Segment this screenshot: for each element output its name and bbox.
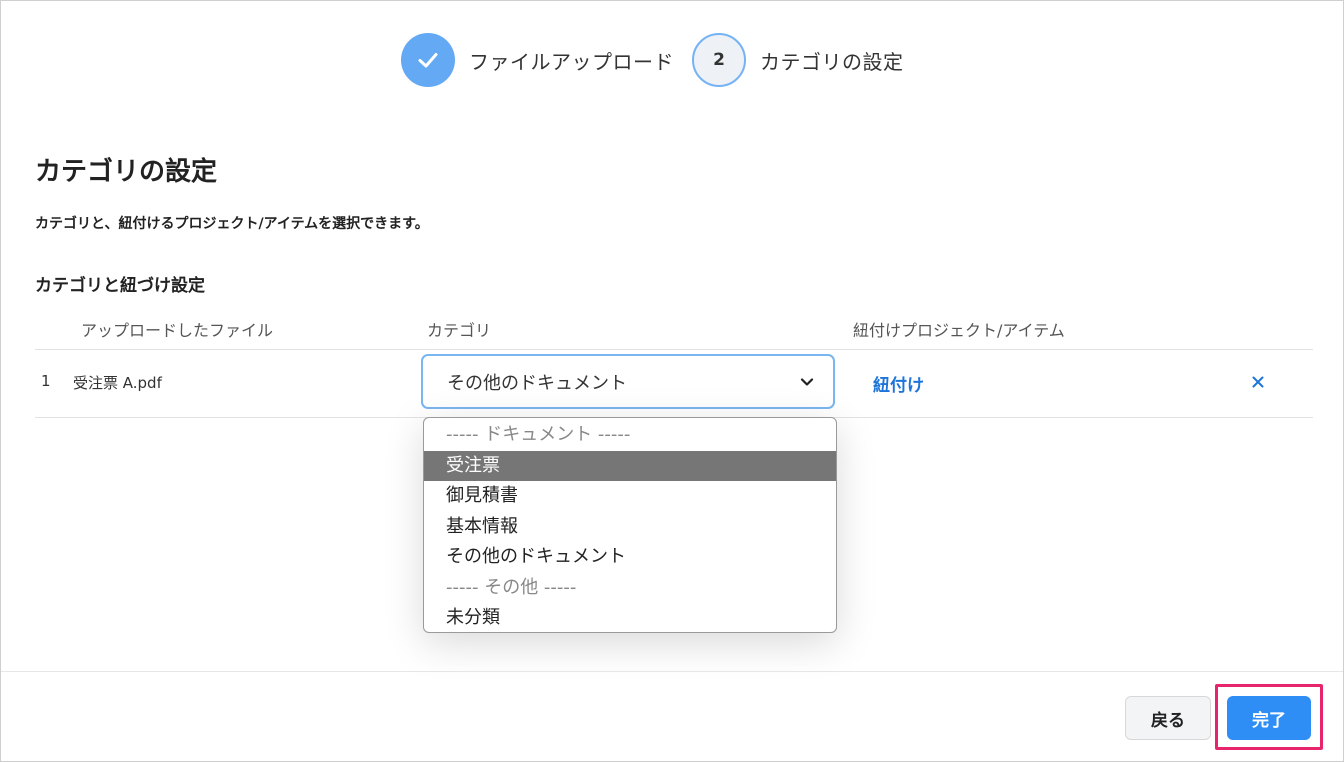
dialog: ファイルアップロード 2 カテゴリの設定 カテゴリの設定 カテゴリと、紐付けるプ… — [0, 0, 1344, 762]
category-select-value: その他のドキュメント — [447, 372, 627, 394]
step-1-done-indicator — [401, 33, 455, 87]
page-description: カテゴリと、紐付けるプロジェクト/アイテムを選択できます。 — [35, 216, 429, 232]
column-header-file: アップロードしたファイル — [81, 321, 274, 340]
dropdown-option-basic-info[interactable]: 基本情報 — [424, 512, 836, 543]
category-dropdown-list: ----- ドキュメント ----- 受注票 御見積書 基本情報 その他のドキュ… — [423, 417, 837, 633]
link-project-button[interactable]: 紐付け — [873, 371, 924, 396]
step-1-label: ファイルアップロード — [469, 49, 674, 74]
chevron-down-icon — [800, 378, 814, 386]
close-icon — [1252, 376, 1264, 388]
dropdown-option-quotation[interactable]: 御見積書 — [424, 481, 836, 512]
checkmark-icon — [418, 53, 438, 68]
remove-row-button[interactable] — [1247, 371, 1269, 393]
table-header-divider — [35, 349, 1313, 350]
column-header-link: 紐付けプロジェクト/アイテム — [853, 321, 1065, 340]
step-2-indicator: 2 — [692, 33, 746, 87]
step-2-label: カテゴリの設定 — [760, 49, 904, 74]
section-title: カテゴリと紐づけ設定 — [35, 276, 205, 296]
dropdown-option-order-form[interactable]: 受注票 — [424, 450, 836, 481]
column-header-category: カテゴリ — [427, 321, 492, 340]
stepper: ファイルアップロード 2 カテゴリの設定 — [401, 33, 922, 87]
back-button[interactable]: 戻る — [1125, 696, 1211, 740]
dropdown-option-uncategorized[interactable]: 未分類 — [424, 603, 836, 632]
category-select[interactable]: その他のドキュメント — [421, 354, 835, 409]
page-title: カテゴリの設定 — [35, 157, 218, 187]
dropdown-option-other-documents[interactable]: その他のドキュメント — [424, 542, 836, 573]
dropdown-group-documents: ----- ドキュメント ----- — [446, 424, 631, 445]
footer-divider — [1, 671, 1343, 672]
row-file-name: 受注票 A.pdf — [73, 374, 162, 392]
done-button[interactable]: 完了 — [1227, 696, 1311, 740]
row-index: 1 — [41, 372, 51, 390]
dropdown-group-other: ----- その他 ----- — [446, 576, 577, 598]
